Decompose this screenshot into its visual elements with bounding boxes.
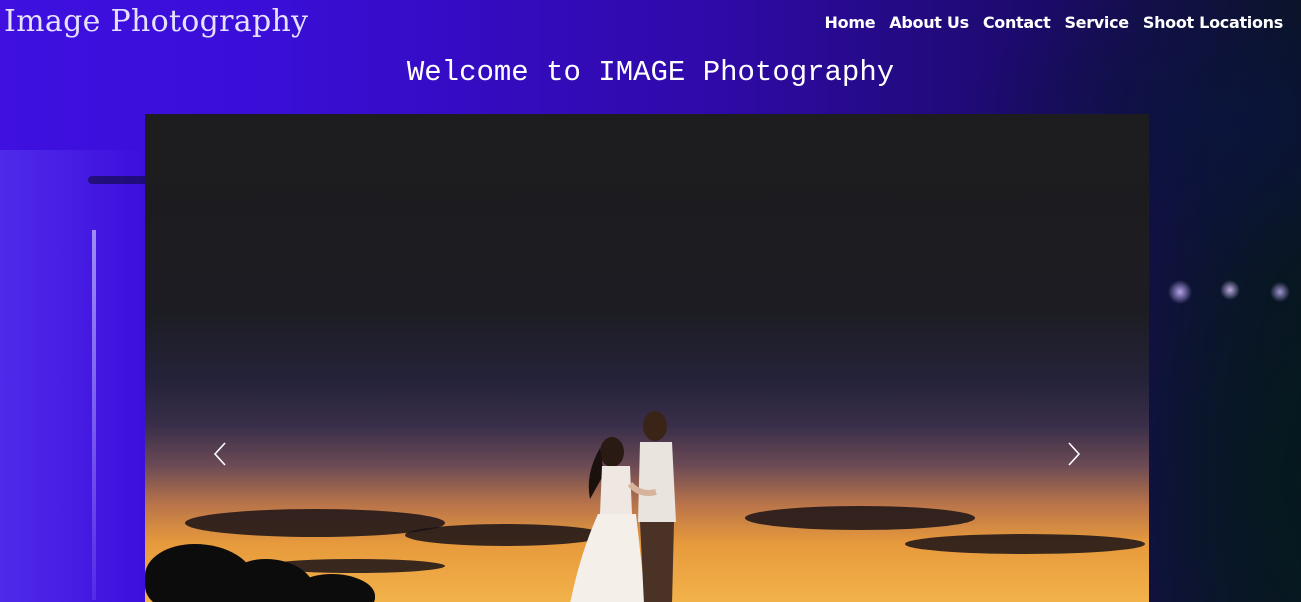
main-nav: Home About Us Contact Service Shoot Loca… [825, 13, 1284, 32]
carousel-prev-button[interactable] [200, 434, 240, 474]
cloud-shape [905, 534, 1145, 554]
background-light-strip [92, 230, 96, 600]
carousel-next-button[interactable] [1054, 434, 1094, 474]
nav-about-us-link[interactable]: About Us [889, 13, 969, 32]
couple-silhouette [570, 411, 676, 602]
nav-contact-link[interactable]: Contact [983, 13, 1051, 32]
nav-shoot-locations-link[interactable]: Shoot Locations [1143, 13, 1283, 32]
background-beam [88, 176, 148, 184]
welcome-heading: Welcome to IMAGE Photography [406, 56, 895, 89]
nav-home-link[interactable]: Home [825, 13, 876, 32]
nav-service-link[interactable]: Service [1064, 13, 1129, 32]
background-stage-lights [1150, 270, 1301, 315]
background-pillar [0, 150, 145, 602]
chevron-left-icon [213, 442, 226, 466]
tree-silhouette [295, 574, 375, 602]
chevron-right-icon [1068, 442, 1081, 466]
site-title[interactable]: Image Photography [4, 4, 308, 39]
cloud-shape [745, 506, 975, 530]
image-carousel [145, 114, 1149, 602]
carousel-slide-image [145, 114, 1149, 602]
